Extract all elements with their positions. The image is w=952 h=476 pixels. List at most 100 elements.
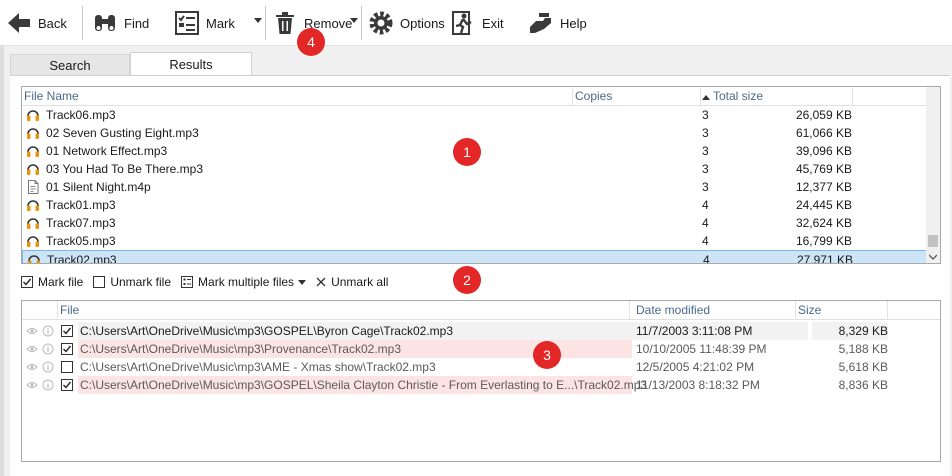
total-size-cell: 16,799 KB — [795, 234, 852, 248]
sort-ascending-icon — [702, 87, 710, 106]
file-size: 8,836 KB — [838, 378, 888, 392]
column-date-modified[interactable]: Date modified — [630, 301, 796, 320]
mark-checkbox[interactable] — [61, 343, 73, 355]
duplicates-grid[interactable]: File Date modified Size C:\Users\Art\One… — [21, 300, 941, 462]
results-header: File Name Copies Total size — [22, 87, 940, 106]
duplicate-file-row[interactable]: C:\Users\Art\OneDrive\Music\mp3\AME - Xm… — [22, 358, 940, 376]
column-total-size-label: Total size — [713, 89, 764, 103]
mark-checkbox[interactable] — [61, 361, 73, 373]
toolbar-separator — [361, 6, 362, 40]
options-label: Options — [400, 15, 445, 31]
file-name: 01 Network Effect.mp3 — [46, 144, 168, 158]
file-name-cell: 01 Silent Night.m4p — [26, 178, 151, 196]
duplicate-file-row[interactable]: C:\Users\Art\OneDrive\Music\mp3\Provenan… — [22, 340, 940, 358]
remove-dropdown-arrow[interactable] — [349, 15, 359, 25]
unmark-file-label: Unmark file — [110, 275, 172, 289]
options-button[interactable]: Options — [366, 4, 445, 42]
mark-dropdown-arrow[interactable] — [253, 15, 263, 25]
file-name-cell: 01 Network Effect.mp3 — [26, 142, 167, 160]
preview-eye-icon[interactable] — [26, 325, 38, 337]
file-name-cell: Track07.mp3 — [26, 214, 116, 232]
headphones-icon — [26, 126, 40, 140]
callout-badge-3: 3 — [533, 341, 561, 369]
exit-label: Exit — [482, 15, 504, 31]
results-row[interactable]: Track07.mp3 4 32,624 KB — [22, 214, 927, 232]
info-icon[interactable] — [42, 379, 54, 391]
date-modified: 10/10/2005 11:48:39 PM — [636, 342, 767, 356]
file-name: Track02.mp3 — [47, 253, 117, 264]
helping-hand-icon — [526, 8, 556, 38]
file-name: 03 You Had To Be There.mp3 — [46, 162, 204, 176]
mark-checkbox[interactable] — [61, 379, 73, 391]
mark-multiple-files-button[interactable]: Mark multiple files — [181, 275, 307, 289]
results-row[interactable]: Track06.mp3 3 26,059 KB — [22, 106, 927, 124]
column-file-name[interactable]: File Name — [22, 87, 573, 106]
unmark-file-button[interactable]: Unmark file — [93, 275, 171, 289]
mark-label: Mark — [206, 15, 235, 31]
help-button[interactable]: Help — [526, 4, 587, 42]
tab-results[interactable]: Results — [130, 52, 252, 76]
total-size-cell: 61,066 KB — [795, 126, 852, 140]
column-copies[interactable]: Copies — [573, 87, 701, 106]
callout-badge-2: 2 — [453, 266, 481, 294]
file-name-cell: Track01.mp3 — [26, 196, 116, 214]
tab-search[interactable]: Search — [10, 54, 130, 76]
info-icon[interactable] — [42, 343, 54, 355]
copies-cell: 3 — [702, 162, 709, 176]
results-grid[interactable]: File Name Copies Total size Track06.mp3 3… — [21, 86, 941, 264]
close-icon — [316, 277, 326, 287]
exit-button[interactable]: Exit — [448, 4, 504, 42]
mark-button[interactable]: Mark — [172, 4, 235, 42]
unmark-all-button[interactable]: Unmark all — [316, 275, 388, 289]
headphones-icon — [26, 216, 40, 230]
back-button[interactable]: Back — [4, 4, 67, 42]
total-size-cell: 32,624 KB — [795, 216, 852, 230]
file-name: Track07.mp3 — [46, 216, 116, 230]
duplicate-file-row[interactable]: C:\Users\Art\OneDrive\Music\mp3\GOSPEL\B… — [22, 322, 940, 340]
file-path: C:\Users\Art\OneDrive\Music\mp3\GOSPEL\B… — [78, 322, 632, 340]
preview-eye-icon[interactable] — [26, 361, 38, 373]
mark-file-label: Mark file — [38, 275, 84, 289]
main-toolbar: Back Find Mark Remove Options Exit Help — [0, 0, 952, 46]
file-size: 8,329 KB — [812, 322, 888, 340]
duplicates-header: File Date modified Size — [22, 301, 940, 320]
scrollbar-thumb[interactable] — [928, 235, 938, 247]
checked-box-icon — [21, 276, 33, 288]
preview-eye-icon[interactable] — [26, 343, 38, 355]
multi-select-icon — [181, 276, 194, 288]
column-size[interactable]: Size — [796, 301, 888, 320]
copies-cell: 4 — [703, 253, 710, 264]
copies-cell: 3 — [702, 180, 709, 194]
column-total-size[interactable]: Total size — [701, 87, 853, 106]
results-row[interactable]: Track05.mp3 4 16,799 KB — [22, 232, 927, 250]
file-path: C:\Users\Art\OneDrive\Music\mp3\GOSPEL\S… — [78, 376, 648, 394]
headphones-icon — [27, 253, 41, 263]
total-size-cell: 45,769 KB — [795, 162, 852, 176]
preview-eye-icon[interactable] — [26, 379, 38, 391]
total-size-cell: 24,445 KB — [795, 198, 852, 212]
date-modified: 12/5/2005 4:21:02 PM — [636, 360, 755, 374]
info-icon[interactable] — [42, 325, 54, 337]
callout-badge-1: 1 — [453, 138, 481, 166]
find-button[interactable]: Find — [90, 4, 149, 42]
file-actions-bar: Mark file Unmark file Mark multiple file… — [21, 272, 398, 292]
help-label: Help — [560, 15, 587, 31]
column-file[interactable]: File — [58, 301, 630, 320]
results-row[interactable]: 01 Silent Night.m4p 3 12,377 KB — [22, 178, 927, 196]
copies-cell: 3 — [702, 126, 709, 140]
results-row[interactable]: Track01.mp3 4 24,445 KB — [22, 196, 927, 214]
results-scrollbar[interactable] — [926, 87, 940, 263]
unchecked-box-icon — [93, 276, 106, 288]
mark-checkbox[interactable] — [61, 325, 73, 337]
callout-badge-4: 4 — [297, 28, 325, 56]
results-row[interactable]: Track02.mp3 4 27,971 KB — [22, 250, 927, 264]
mark-file-button[interactable]: Mark file — [21, 275, 83, 289]
info-icon[interactable] — [42, 361, 54, 373]
duplicate-file-row[interactable]: C:\Users\Art\OneDrive\Music\mp3\GOSPEL\S… — [22, 376, 940, 394]
chevron-down-icon — [298, 279, 307, 285]
scroll-down-arrow[interactable] — [929, 253, 937, 261]
total-size-cell: 27,971 KB — [796, 253, 853, 264]
exit-icon — [448, 8, 478, 38]
file-name-cell: 03 You Had To Be There.mp3 — [26, 160, 203, 178]
gear-icon — [366, 8, 396, 38]
